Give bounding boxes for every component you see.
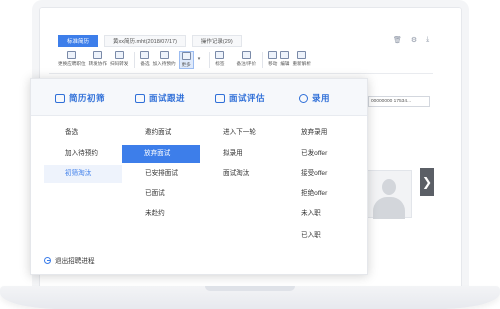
bookmark-icon bbox=[140, 51, 150, 59]
scan-forward-button[interactable]: 扫码转发 bbox=[110, 51, 128, 69]
forward-icon bbox=[93, 51, 103, 59]
menu-item-interviewed[interactable]: 已面试 bbox=[145, 185, 165, 203]
tag-icon bbox=[215, 51, 225, 59]
column-title: 面试评估 bbox=[229, 93, 266, 103]
toolbar-label: 更换应聘职位 bbox=[58, 61, 86, 66]
toolbar-divider bbox=[262, 52, 264, 68]
avatar bbox=[364, 170, 412, 219]
menu-item-abandon-hire[interactable]: 放弃录用 bbox=[301, 124, 327, 142]
column-header-hire: 录用 bbox=[299, 92, 330, 104]
calendar-add-icon bbox=[159, 51, 169, 59]
column-header-interview: 面试跟进 bbox=[135, 92, 185, 104]
tag-button[interactable]: 标签 bbox=[215, 51, 224, 69]
column-header-screening: 简历初筛 bbox=[55, 92, 105, 104]
change-position-button[interactable]: 更换应聘职位 bbox=[58, 51, 86, 69]
resume-toolbar: 更换应聘职位 转发协作 扫码转发 备选 加入待预约 更多 ▾ 标签 备注/评价 … bbox=[58, 51, 314, 69]
column-header-evaluate: 面试评估 bbox=[215, 92, 265, 104]
more-icon bbox=[181, 52, 191, 60]
user-icon bbox=[299, 93, 308, 103]
tab-standard-resume[interactable]: 标准简历 bbox=[58, 35, 99, 47]
menu-item-offer-accepted[interactable]: 接受offer bbox=[301, 165, 327, 183]
avatar-head bbox=[382, 179, 396, 195]
chat-icon bbox=[135, 93, 145, 103]
menu-item-shortlist[interactable]: 备选 bbox=[65, 124, 78, 142]
menu-item-offer-rejected[interactable]: 拒绝offer bbox=[301, 185, 327, 203]
edit-button[interactable]: 编辑 bbox=[280, 51, 290, 69]
tab-operation-log[interactable]: 操作记录(29) bbox=[191, 35, 242, 47]
exit-recruit-process-button[interactable]: 退出招聘进程 bbox=[44, 255, 95, 265]
gear-icon[interactable]: ⚙ bbox=[411, 36, 417, 44]
forward-collab-button[interactable]: 转发协作 bbox=[89, 51, 107, 69]
chevron-down-icon[interactable]: ▾ bbox=[198, 56, 201, 69]
menu-item-scheduled-interview[interactable]: 已安排面试 bbox=[145, 165, 178, 183]
toolbar-label: 转发协作 bbox=[88, 61, 107, 66]
download-icon[interactable]: ⤓ bbox=[426, 36, 429, 44]
resume-tabs: 标准简历 黄xx简历.mht(2018/07/17) 操作记录(29) bbox=[58, 35, 242, 47]
exit-label: 退出招聘进程 bbox=[55, 258, 95, 265]
shortlist-button[interactable]: 备选 bbox=[140, 51, 150, 69]
minus-circle-icon bbox=[44, 256, 51, 264]
menu-item-interview-reject[interactable]: 面试淘汰 bbox=[223, 165, 249, 183]
menu-item-screen-reject[interactable]: 初筛淘汰 bbox=[44, 165, 122, 183]
toolbar-label: 标签 bbox=[215, 61, 225, 66]
resume-id-field: 00000000 17534... bbox=[368, 96, 430, 107]
toolbar-label: 更多 bbox=[181, 62, 191, 67]
menu-item-offer-sent[interactable]: 已发offer bbox=[301, 145, 327, 163]
menu-item-invite-interview[interactable]: 邀约面试 bbox=[145, 124, 171, 142]
menu-item-no-show[interactable]: 未赴约 bbox=[145, 205, 165, 223]
toolbar-divider bbox=[209, 52, 211, 68]
menu-item-add-pending[interactable]: 加入待预约 bbox=[65, 145, 98, 163]
tab-original-resume[interactable]: 黄xx简历.mht(2018/07/17) bbox=[104, 35, 186, 47]
next-arrow-button[interactable]: ❯ bbox=[420, 168, 434, 196]
menu-item-not-onboarded[interactable]: 未入职 bbox=[301, 205, 321, 223]
evaluate-icon bbox=[215, 93, 225, 103]
add-pending-button[interactable]: 加入待预约 bbox=[153, 51, 176, 69]
column-title: 录用 bbox=[312, 93, 331, 103]
menu-item-next-round[interactable]: 进入下一轮 bbox=[223, 124, 256, 142]
toolbar-label: 加入待预约 bbox=[152, 61, 176, 66]
toolbar-label: 备注/评价 bbox=[236, 61, 257, 66]
toolbar-label: 移动 bbox=[268, 61, 278, 66]
reparse-button[interactable]: 重新解析 bbox=[293, 51, 311, 69]
top-right-actions: 🗑 ⚙ ⤓ bbox=[393, 36, 429, 44]
column-title: 简历初筛 bbox=[69, 93, 106, 103]
comment-icon bbox=[241, 51, 251, 59]
chevron-right-icon: ❯ bbox=[421, 175, 433, 189]
toolbar-divider-line bbox=[49, 73, 433, 74]
move-button[interactable]: 移动 bbox=[268, 51, 277, 69]
popup-header-row: 简历初筛 面试跟进 面试评估 录用 bbox=[31, 79, 367, 116]
laptop-notch bbox=[205, 286, 295, 291]
qrcode-icon bbox=[114, 51, 124, 59]
avatar-body bbox=[373, 197, 405, 219]
toolbar-label: 备选 bbox=[140, 61, 150, 66]
toolbar-label: 编辑 bbox=[280, 61, 290, 66]
menu-item-abandon-interview[interactable]: 放弃面试 bbox=[122, 145, 200, 163]
refresh-icon bbox=[297, 51, 307, 59]
recruit-stage-popup: 简历初筛 面试跟进 面试评估 录用 备选 加入待预约 初筛淘汰 邀约面试 放弃面… bbox=[30, 78, 368, 275]
toolbar-label: 重新解析 bbox=[292, 61, 311, 66]
toolbar-label: 扫码转发 bbox=[109, 61, 129, 66]
menu-item-plan-hire[interactable]: 拟录用 bbox=[223, 145, 243, 163]
note-button[interactable]: 备注/评价 bbox=[236, 51, 256, 69]
resume-icon bbox=[55, 93, 65, 103]
move-icon bbox=[268, 51, 278, 59]
edit-icon bbox=[280, 51, 290, 59]
more-button[interactable]: 更多 bbox=[178, 51, 194, 69]
toolbar-divider bbox=[134, 52, 136, 68]
swap-icon bbox=[67, 51, 77, 59]
column-title: 面试跟进 bbox=[149, 93, 186, 103]
menu-item-onboarded[interactable]: 已入职 bbox=[301, 227, 321, 245]
trash-icon[interactable]: 🗑 bbox=[393, 36, 402, 44]
